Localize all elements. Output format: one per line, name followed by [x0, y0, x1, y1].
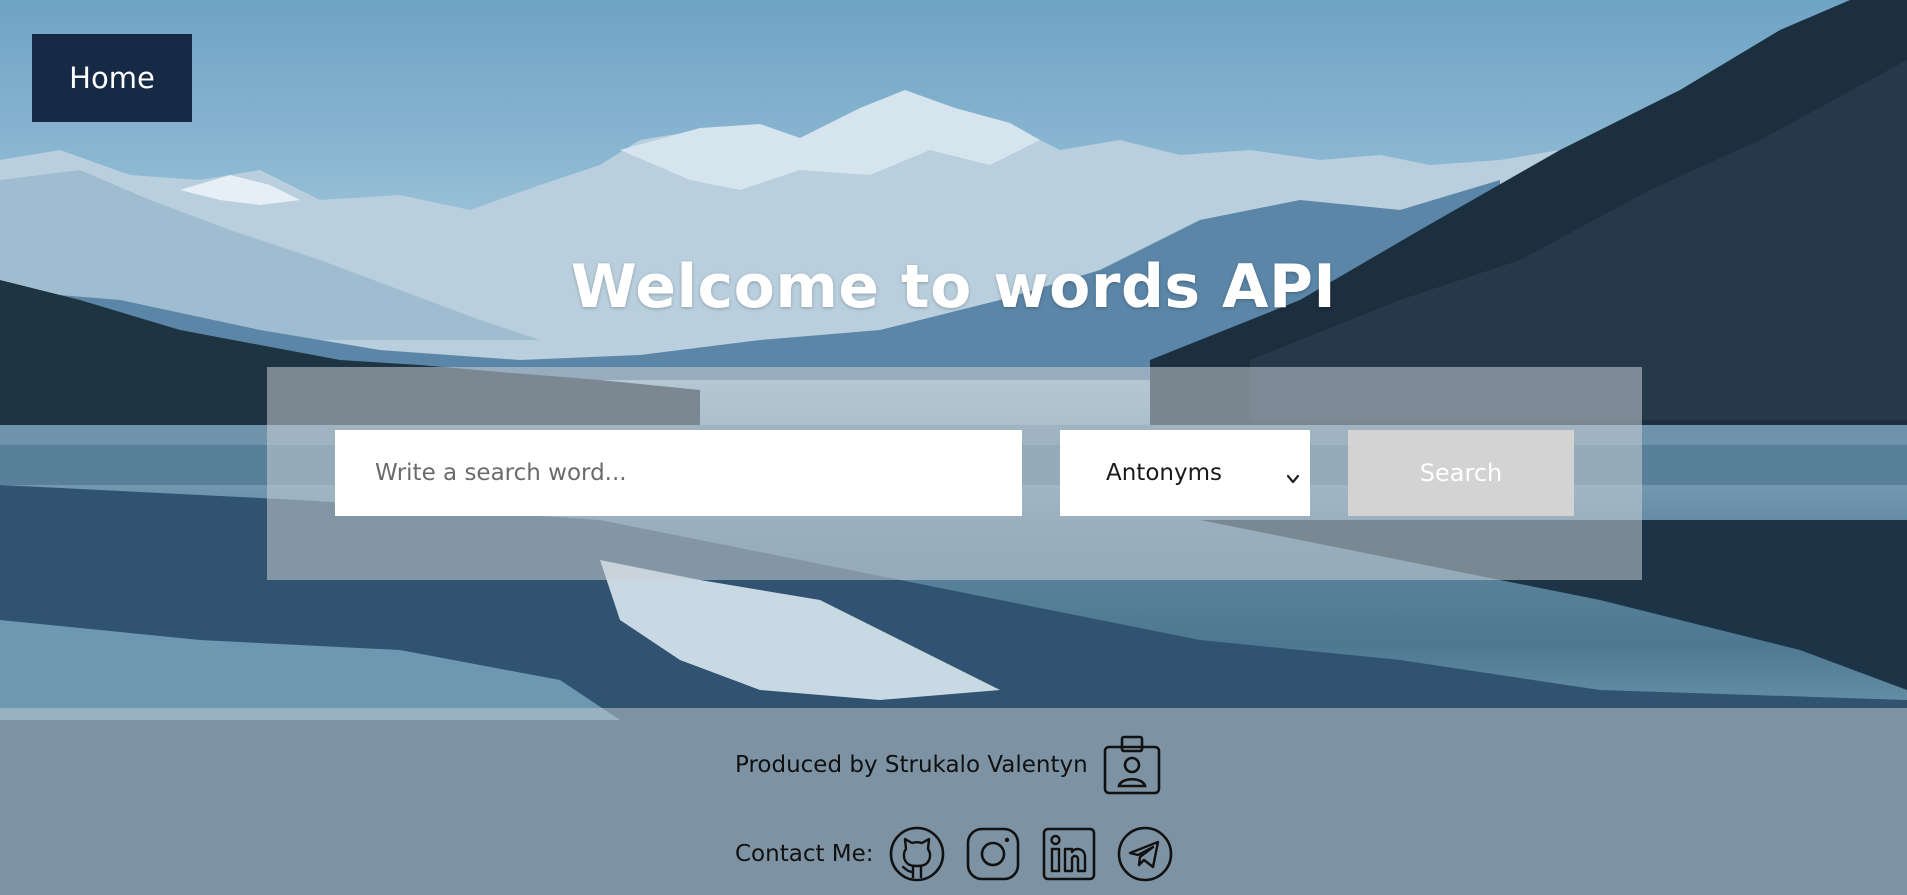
contact-row: Contact Me: — [735, 825, 1192, 883]
home-button[interactable]: Home — [32, 34, 192, 122]
footer: Produced by Strukalo Valentyn Contact Me… — [0, 708, 1907, 895]
contact-label: Contact Me: — [735, 841, 874, 867]
github-icon[interactable] — [888, 825, 946, 883]
search-type-select[interactable]: Antonyms — [1060, 430, 1310, 516]
page-title: Welcome to words API — [570, 252, 1337, 322]
linkedin-icon[interactable] — [1040, 825, 1098, 883]
search-panel: Antonyms Search — [267, 367, 1642, 580]
id-badge-icon[interactable] — [1102, 734, 1162, 796]
instagram-icon[interactable] — [964, 825, 1022, 883]
chevron-down-icon — [1286, 466, 1300, 484]
search-type-selected-label: Antonyms — [1106, 460, 1222, 486]
produced-by-row: Produced by Strukalo Valentyn — [735, 734, 1162, 796]
produced-by-text: Produced by Strukalo Valentyn — [735, 752, 1088, 778]
search-button[interactable]: Search — [1348, 430, 1574, 516]
telegram-icon[interactable] — [1116, 825, 1174, 883]
search-input[interactable] — [335, 430, 1022, 516]
